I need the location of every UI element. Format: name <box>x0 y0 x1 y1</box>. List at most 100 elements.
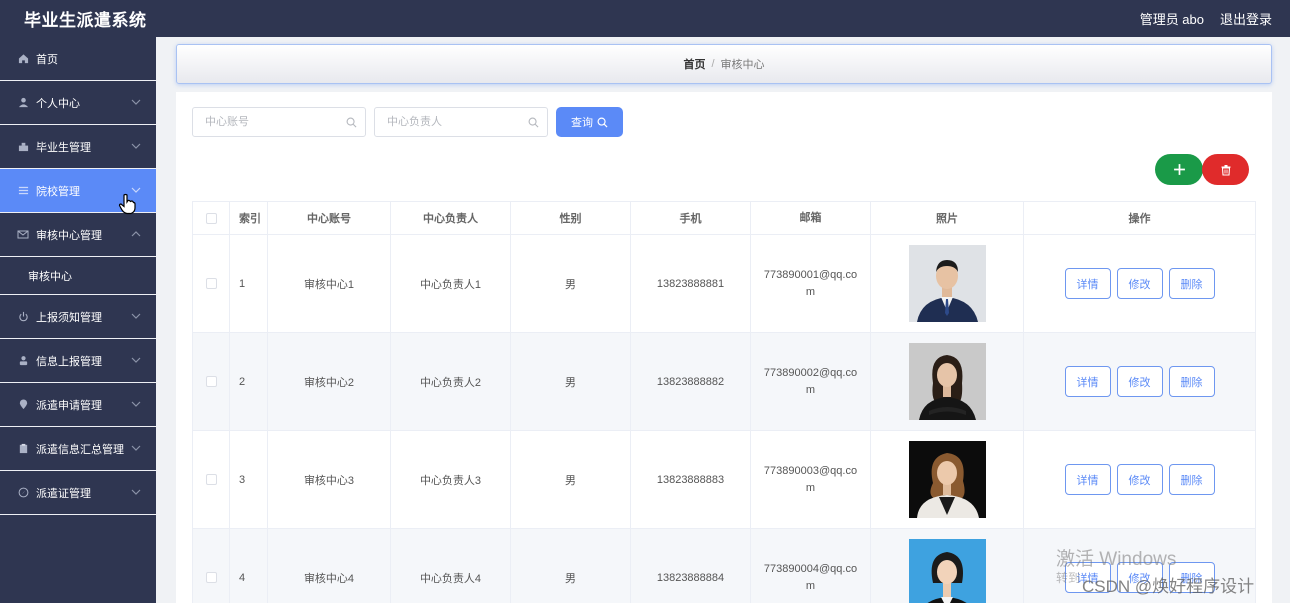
breadcrumb-home[interactable]: 首页 <box>683 56 705 72</box>
cell-manager: 中心负责人2 <box>391 333 511 430</box>
csdn-watermark: CSDN @焕好程序设计 <box>1082 577 1255 596</box>
list-icon <box>16 184 30 198</box>
breadcrumb-separator: / <box>711 58 715 70</box>
edit-button[interactable]: 修改 <box>1116 464 1163 495</box>
cell-phone: 13823888884 <box>631 529 751 603</box>
sidebar-item-dispatch-cert[interactable]: 派遣证管理 <box>0 471 156 515</box>
edit-button[interactable]: 修改 <box>1116 268 1163 299</box>
select-all-checkbox[interactable] <box>205 212 217 224</box>
sidebar-item-personal-center[interactable]: 个人中心 <box>0 81 156 125</box>
header-manager: 中心负责人 <box>391 202 511 234</box>
table-header-row: 索引 中心账号 中心负责人 性别 手机 邮箱 照片 操作 <box>192 201 1256 235</box>
header-actions: 操作 <box>1024 202 1256 234</box>
sidebar-item-graduate[interactable]: 毕业生管理 <box>0 125 156 169</box>
header-index: 索引 <box>230 202 268 234</box>
cell-photo <box>871 529 1024 603</box>
table-row: 1 审核中心1 中心负责人1 男 13823888881 773890001@q… <box>192 235 1256 333</box>
delete-button[interactable]: 删除 <box>1168 366 1215 397</box>
mouse-cursor-icon <box>118 193 136 215</box>
row-checkbox-cell <box>192 333 230 430</box>
logout-link[interactable]: 退出登录 <box>1220 9 1272 28</box>
photo-image <box>908 245 986 322</box>
cell-phone: 13823888882 <box>631 333 751 430</box>
graduate-icon <box>16 140 30 154</box>
chevron-down-icon <box>131 401 141 407</box>
query-button[interactable]: 查询 <box>556 107 623 137</box>
center-manager-input[interactable] <box>375 108 547 136</box>
chevron-down-icon <box>131 489 141 495</box>
cell-gender: 男 <box>511 431 631 528</box>
cell-index: 2 <box>230 333 268 430</box>
cell-actions: 详情 修改 删除 <box>1024 431 1256 528</box>
sidebar-item-review-center-mgmt[interactable]: 审核中心管理 <box>0 213 156 257</box>
row-checkbox[interactable] <box>205 376 217 387</box>
header-email: 邮箱 <box>751 202 871 234</box>
search-icon <box>346 117 357 128</box>
sidebar-item-label: 上报须知管理 <box>36 311 102 324</box>
clipboard-icon <box>16 442 30 456</box>
cell-account: 审核中心1 <box>268 235 391 332</box>
batch-delete-button[interactable] <box>1202 154 1249 185</box>
row-checkbox[interactable] <box>205 474 217 485</box>
top-bar: 毕业生派遣系统 管理员 abo 退出登录 <box>0 0 1290 37</box>
cell-phone: 13823888881 <box>631 235 751 332</box>
windows-activation-subtext: 转到 <box>1056 571 1081 585</box>
sidebar-item-report-notice[interactable]: 上报须知管理 <box>0 295 156 339</box>
table-row: 2 审核中心2 中心负责人2 男 13823888882 773890002@q… <box>192 333 1256 431</box>
chevron-down-icon <box>131 357 141 363</box>
row-checkbox-cell <box>192 235 230 332</box>
chevron-down-icon <box>131 445 141 451</box>
cell-account: 审核中心3 <box>268 431 391 528</box>
sidebar-item-label: 首页 <box>36 53 58 66</box>
mail-icon <box>16 228 30 242</box>
detail-button[interactable]: 详情 <box>1064 366 1111 397</box>
header-gender: 性别 <box>511 202 631 234</box>
search-icon <box>528 117 539 128</box>
delete-button[interactable]: 删除 <box>1168 268 1215 299</box>
cell-manager: 中心负责人4 <box>391 529 511 603</box>
cell-email: 773890002@qq.com <box>751 333 871 430</box>
header-phone: 手机 <box>631 202 751 234</box>
cell-index: 4 <box>230 529 268 603</box>
center-manager-search[interactable] <box>374 107 548 137</box>
cell-email: 773890003@qq.com <box>751 431 871 528</box>
sidebar-item-label: 院校管理 <box>36 185 80 198</box>
app-title: 毕业生派遣系统 <box>24 11 147 30</box>
detail-button[interactable]: 详情 <box>1064 464 1111 495</box>
row-checkbox-cell <box>192 431 230 528</box>
cell-gender: 男 <box>511 235 631 332</box>
sidebar-item-dispatch-apply[interactable]: 派遣申请管理 <box>0 383 156 427</box>
person-icon <box>16 354 30 368</box>
header-checkbox-cell <box>192 202 230 234</box>
sidebar-item-label: 派遣申请管理 <box>36 399 102 412</box>
sidebar-subitem-review-center[interactable]: 审核中心 <box>0 257 156 295</box>
sidebar-item-label: 毕业生管理 <box>36 141 91 154</box>
chevron-down-icon <box>131 99 141 105</box>
sidebar-item-dispatch-summary[interactable]: 派遣信息汇总管理 <box>0 427 156 471</box>
cell-actions: 详情 修改 删除 <box>1024 235 1256 332</box>
search-icon <box>597 117 608 128</box>
edit-button[interactable]: 修改 <box>1116 366 1163 397</box>
main-panel: 查询 索引 中心账号 中心负责人 性别 手机 邮箱 照片 操作 1 审核中心1 … <box>176 92 1272 603</box>
breadcrumb-current: 审核中心 <box>720 59 765 71</box>
detail-button[interactable]: 详情 <box>1064 268 1111 299</box>
compass-icon <box>16 486 30 500</box>
row-checkbox[interactable] <box>205 572 217 583</box>
cell-account: 审核中心2 <box>268 333 391 430</box>
photo-image <box>908 539 986 603</box>
delete-button[interactable]: 删除 <box>1168 464 1215 495</box>
sidebar-item-label: 个人中心 <box>36 97 80 110</box>
add-button[interactable] <box>1155 154 1203 185</box>
sidebar: 首页 个人中心 毕业生管理 院校管理 审核中心管理 审核中心 上报须知管理 信息… <box>0 37 156 603</box>
cell-email: 773890001@qq.com <box>751 235 871 332</box>
row-checkbox[interactable] <box>205 278 217 289</box>
center-account-input[interactable] <box>193 108 365 136</box>
center-account-search[interactable] <box>192 107 366 137</box>
windows-activation-watermark: 激活 Windows <box>1056 549 1177 570</box>
sidebar-item-college[interactable]: 院校管理 <box>0 169 156 215</box>
sidebar-item-home[interactable]: 首页 <box>0 37 156 81</box>
location-icon <box>16 398 30 412</box>
cell-manager: 中心负责人1 <box>391 235 511 332</box>
sidebar-item-info-report[interactable]: 信息上报管理 <box>0 339 156 383</box>
plus-icon <box>1173 164 1185 175</box>
